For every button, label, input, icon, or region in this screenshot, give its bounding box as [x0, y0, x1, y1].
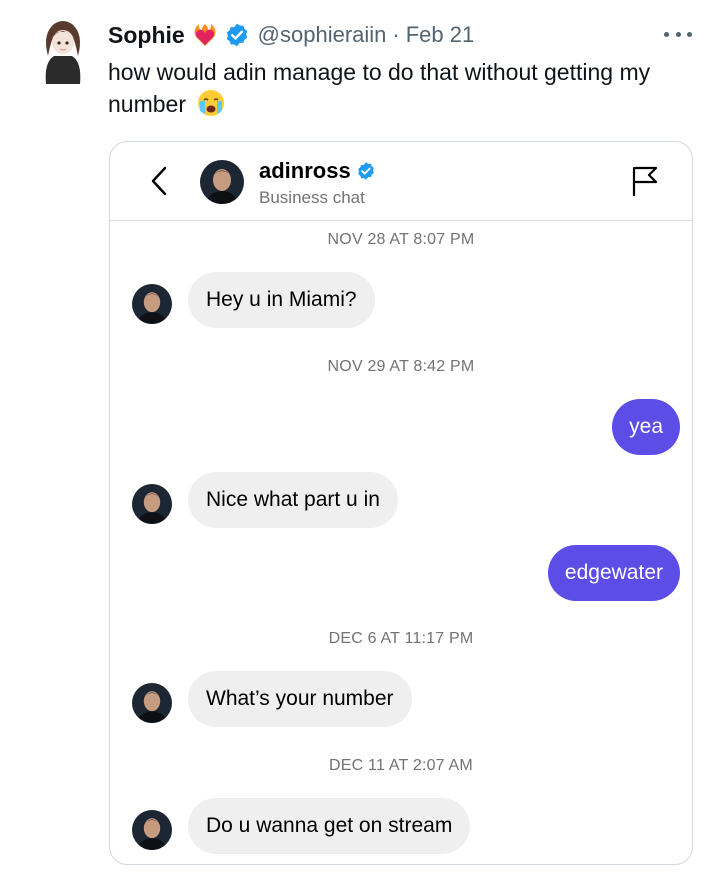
message-timestamp: NOV 28 AT 8:07 PM: [327, 231, 475, 248]
sender-avatar: [132, 810, 172, 850]
message-timestamp: DEC 6 AT 11:17 PM: [328, 630, 474, 647]
message-row: Hey u in Miami?: [110, 272, 692, 328]
incoming-message: Nice what part u in: [188, 472, 398, 528]
chat-header: adinross Business chat: [110, 142, 692, 221]
loudly-crying-face-icon: [198, 90, 225, 116]
message-timestamp: DEC 11 AT 2:07 AM: [329, 757, 473, 774]
chat-username: adinross: [259, 158, 376, 184]
message-timestamp: NOV 29 AT 8:42 PM: [327, 358, 475, 375]
attached-image[interactable]: adinross Business chat NOV 28 AT 8:07 PM…: [109, 141, 693, 865]
author-handle[interactable]: @sophieraiin: [258, 22, 387, 48]
incoming-message: What’s your number: [188, 671, 412, 727]
separator-dot: ·: [392, 22, 400, 47]
flag-icon[interactable]: [630, 164, 660, 198]
chat-subtitle: Business chat: [259, 188, 365, 207]
chat-username-text: adinross: [259, 158, 351, 183]
message-row: yea: [110, 399, 692, 455]
tweet-body: how would adin manage to do that without…: [108, 59, 651, 117]
incoming-message: Hey u in Miami?: [188, 272, 375, 328]
tweet-date[interactable]: Feb 21: [406, 22, 475, 48]
author-avatar[interactable]: [36, 16, 90, 86]
verified-badge-icon: [357, 162, 374, 180]
heart-on-fire-icon: [194, 24, 216, 46]
chat-avatar[interactable]: [200, 160, 244, 204]
message-row: edgewater: [110, 545, 692, 601]
back-arrow-icon[interactable]: [148, 164, 170, 198]
tweet-text: how would adin manage to do that without…: [108, 56, 708, 120]
author-name[interactable]: Sophie: [108, 22, 185, 49]
incoming-message: Do u wanna get on stream: [188, 798, 471, 854]
verified-badge-icon: [226, 23, 247, 47]
message-row: What’s your number: [110, 671, 692, 727]
sender-avatar: [132, 484, 172, 524]
message-row: Nice what part u in: [110, 472, 692, 528]
outgoing-message: edgewater: [547, 545, 680, 601]
message-row: Do u wanna get on stream: [110, 798, 692, 854]
more-options-icon[interactable]: [664, 22, 692, 46]
outgoing-message: yea: [612, 399, 680, 455]
sender-avatar: [132, 284, 172, 324]
sender-avatar: [132, 683, 172, 723]
